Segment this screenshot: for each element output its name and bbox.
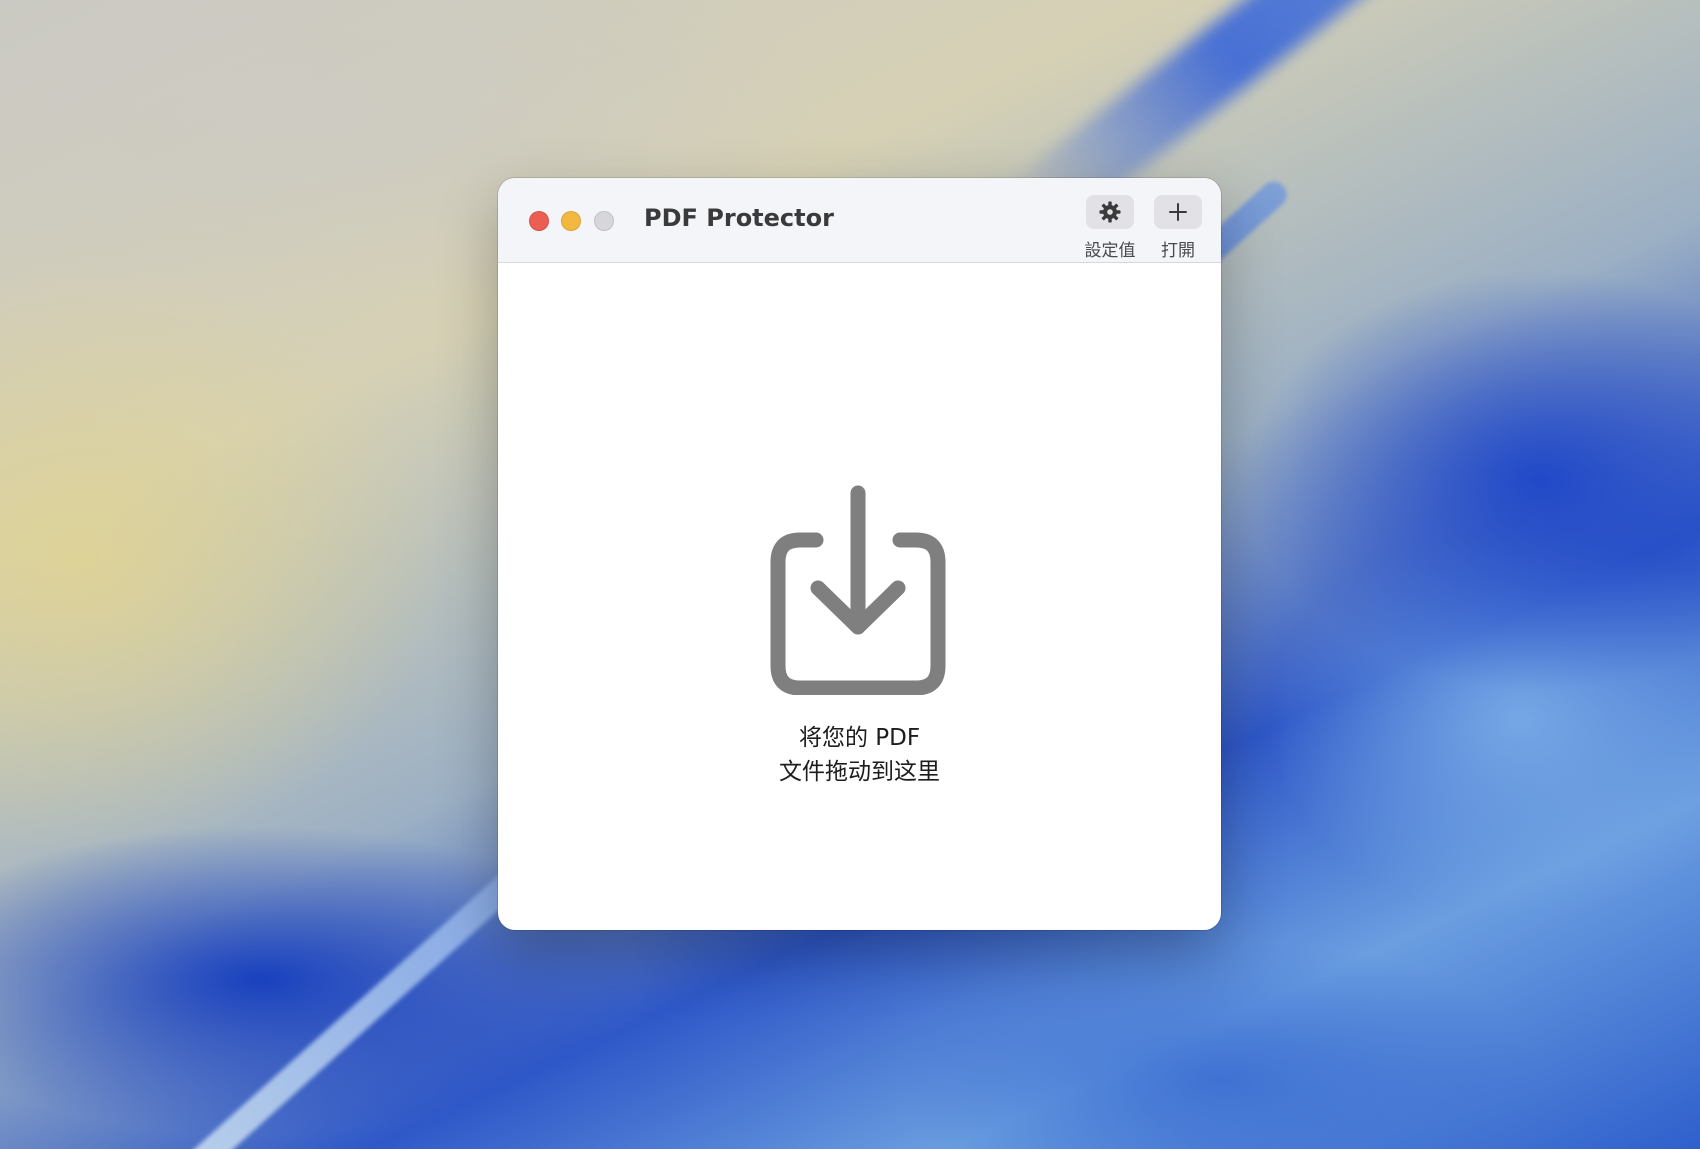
settings-label: 設定值 xyxy=(1084,241,1136,261)
open-button[interactable] xyxy=(1154,195,1202,229)
app-window: PDF Protector 設定值 打開 将您的 PDF 文件拖动到这里 xyxy=(498,178,1221,930)
minimize-button[interactable] xyxy=(561,211,581,231)
zoom-button[interactable] xyxy=(594,211,614,231)
settings-button[interactable] xyxy=(1086,195,1134,229)
gear-icon xyxy=(1099,201,1121,223)
plus-icon xyxy=(1169,203,1187,221)
drop-instruction-line2: 文件拖动到这里 xyxy=(779,759,940,785)
open-label: 打開 xyxy=(1161,241,1195,261)
window-title: PDF Protector xyxy=(644,204,834,232)
title-bar: PDF Protector 設定值 打開 xyxy=(498,178,1221,263)
tray-download-icon xyxy=(770,485,946,695)
drop-instruction-line1: 将您的 PDF xyxy=(798,725,921,751)
close-button[interactable] xyxy=(529,211,549,231)
